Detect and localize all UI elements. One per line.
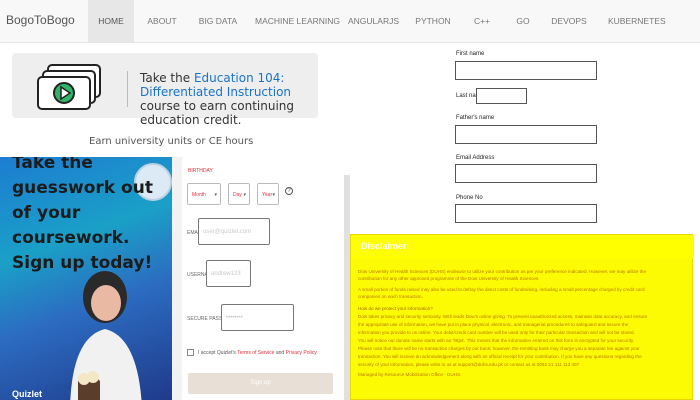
ad-text: Take the Education 104: Differentiated I… bbox=[140, 71, 315, 127]
ad-line1-prefix: Take the bbox=[140, 71, 194, 85]
disclaimer-header: Disclaimer bbox=[351, 235, 694, 259]
password-field[interactable]: •••••••• bbox=[221, 304, 294, 331]
nav-item-machine-learning[interactable]: MACHINE LEARNING bbox=[255, 0, 340, 43]
username-placeholder: andrew123 bbox=[211, 271, 241, 277]
ad-divider bbox=[127, 71, 128, 107]
terms-link[interactable]: Terms of Service bbox=[237, 350, 274, 356]
fathers-name-input[interactable] bbox=[455, 125, 597, 144]
promo-scrollbar[interactable] bbox=[172, 157, 182, 400]
ad-line4: education credit. bbox=[140, 113, 242, 127]
ad-line3: course to earn continuing bbox=[140, 99, 295, 113]
disclaimer-line: Dow takes privacy and security seriously… bbox=[358, 314, 648, 319]
nav-item-python[interactable]: PYTHON bbox=[410, 0, 456, 43]
agree-and: and bbox=[274, 350, 286, 356]
course-ad-banner[interactable]: Take the Education 104: Differentiated I… bbox=[12, 53, 318, 127]
nav-item-cpp[interactable]: C++ bbox=[470, 0, 494, 43]
email-field[interactable]: user@quizlet.com bbox=[198, 218, 270, 245]
promo-text: Take the guesswork out of your coursewor… bbox=[12, 157, 172, 276]
email-placeholder: user@quizlet.com bbox=[203, 229, 252, 235]
top-navbar: BogoToBogo HOME ABOUT BIG DATA MACHINE L… bbox=[0, 0, 700, 43]
nav-item-big-data[interactable]: BIG DATA bbox=[193, 0, 243, 43]
fathers-name-label: Father's name bbox=[456, 115, 495, 121]
password-placeholder: •••••••• bbox=[226, 315, 243, 321]
disclaimer-line: companies on each transaction. bbox=[358, 294, 423, 299]
privacy-link[interactable]: Privacy Policy bbox=[286, 350, 317, 356]
disclaimer-line: How do we protect your information? bbox=[358, 306, 433, 311]
year-select[interactable]: Year ▾ bbox=[257, 183, 279, 205]
disclaimer-line: the appropriate use of information, we h… bbox=[358, 322, 629, 327]
disclaimer-line: security of your information, please wri… bbox=[358, 362, 580, 367]
phone-label: Phone No bbox=[456, 195, 483, 201]
disclaimer-line: Dow University of Health Sciences (DUHS)… bbox=[358, 269, 647, 274]
disclaimer-box: Disclaimer Dow University of Health Scie… bbox=[350, 234, 694, 400]
month-select-value: Month bbox=[192, 192, 206, 198]
quizlet-logo: Quizlet bbox=[12, 389, 43, 399]
quizlet-promo-image[interactable]: Take the guesswork out of your coursewor… bbox=[0, 157, 172, 400]
last-name-input[interactable] bbox=[476, 88, 527, 104]
signup-button[interactable]: Sign up bbox=[188, 373, 333, 394]
day-select[interactable]: Day ▾ bbox=[228, 183, 250, 205]
nav-item-home[interactable]: HOME bbox=[88, 0, 134, 43]
nav-item-about[interactable]: ABOUT bbox=[140, 0, 184, 43]
email-address-label: Email Address bbox=[456, 155, 495, 161]
birthday-label: BIRTHDAY bbox=[188, 168, 213, 174]
month-select[interactable]: Month ▾ bbox=[187, 183, 221, 205]
disclaimer-line: transaction. You will receive an acknowl… bbox=[358, 354, 642, 359]
video-slides-icon bbox=[37, 64, 101, 110]
help-icon[interactable]: ? bbox=[285, 187, 293, 195]
nav-item-devops[interactable]: DEVOPS bbox=[549, 0, 589, 43]
disclaimer-line: Please note that there will be no transa… bbox=[358, 346, 640, 351]
disclaimer-line: contribution for any other approved prog… bbox=[358, 276, 540, 281]
brand-logo[interactable]: BogoToBogo bbox=[6, 13, 75, 27]
disclaimer-line: You will notice our donate name starts w… bbox=[358, 338, 635, 343]
disclaimer-title: Disclaimer bbox=[361, 241, 407, 251]
nav-item-kubernetes[interactable]: KUBERNETES bbox=[608, 0, 666, 43]
promo-line1: Take the guesswork out bbox=[12, 157, 153, 198]
disclaimer-line: A small portion of funds raised may also… bbox=[358, 287, 645, 292]
agree-text: I accept Quizlet's Terms of Service and … bbox=[198, 350, 317, 356]
chevron-down-icon: ▾ bbox=[243, 192, 246, 198]
phone-input[interactable] bbox=[455, 204, 597, 223]
day-select-value: Day bbox=[233, 192, 242, 198]
agree-checkbox[interactable] bbox=[187, 349, 194, 356]
first-name-label: First name bbox=[456, 51, 485, 57]
promo-line2: of your coursework. bbox=[12, 203, 130, 248]
ad-line2-highlight: Differentiated Instruction bbox=[140, 85, 292, 99]
year-select-value: Year bbox=[262, 192, 273, 198]
chevron-down-icon: ▾ bbox=[214, 192, 217, 198]
chevron-down-icon: ▾ bbox=[272, 192, 275, 198]
email-address-input[interactable] bbox=[455, 164, 597, 183]
disclaimer-line: Managed by Resource Mobilization Office … bbox=[358, 372, 462, 377]
nav-item-go[interactable]: GO bbox=[512, 0, 534, 43]
ad-caption: Earn university units or CE hours bbox=[89, 136, 254, 147]
nav-item-angularjs[interactable]: ANGULARJS bbox=[348, 0, 399, 43]
username-field[interactable]: andrew123 bbox=[206, 260, 251, 287]
agree-prefix: I accept Quizlet's bbox=[198, 350, 238, 356]
ad-line1-highlight: Education 104: bbox=[193, 71, 285, 85]
student-illustration bbox=[70, 271, 142, 400]
first-name-input[interactable] bbox=[455, 61, 597, 80]
disclaimer-line: information you provide to us online. Yo… bbox=[358, 330, 635, 335]
